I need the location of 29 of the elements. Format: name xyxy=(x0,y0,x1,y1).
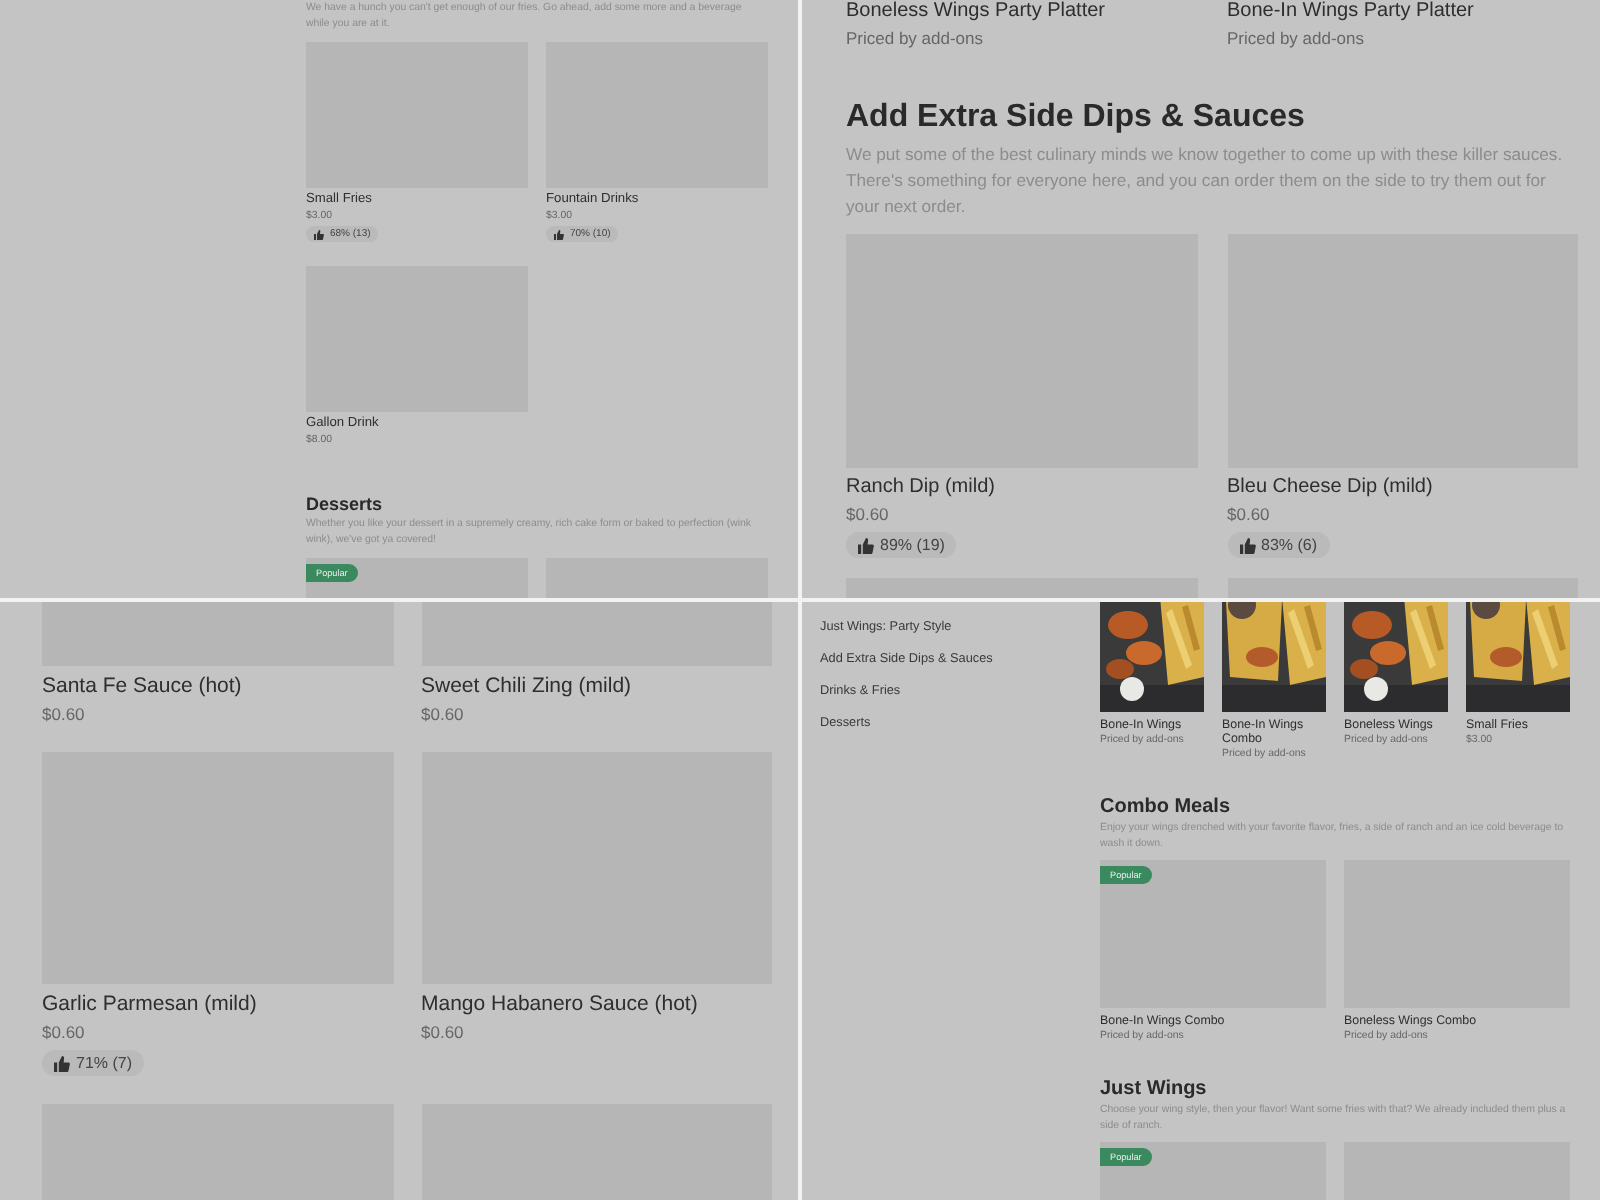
rating-text: 83% (6) xyxy=(1261,536,1318,554)
item-name[interactable]: Bone-In Wings Party Platter xyxy=(1227,0,1474,22)
item-price: $0.60 xyxy=(42,704,85,724)
item-price: $0.60 xyxy=(421,704,464,724)
item-price: $0.60 xyxy=(421,1022,464,1042)
section-heading: Combo Meals xyxy=(1100,796,1233,818)
thumbs-up-icon xyxy=(1239,537,1255,553)
rating-text: 71% (7) xyxy=(76,1054,133,1072)
item-price: Priced by add-ons xyxy=(846,28,984,48)
item-price: Priced by add-ons xyxy=(1227,28,1365,48)
thumbs-up-icon xyxy=(554,229,564,239)
item-price: $0.60 xyxy=(42,1022,85,1042)
item-name[interactable]: Garlic Parmesan (mild) xyxy=(42,992,257,1016)
section-description: We put some of the best culinary minds we know together to come up with these killer sauces. There's something for everyone here, and you can order them on the side to try them out for your next order. xyxy=(846,142,1565,220)
item-price: $0.60 xyxy=(1227,504,1270,524)
thumbs-up-icon xyxy=(858,537,874,553)
rating-text: 89% (19) xyxy=(880,536,945,554)
section-heading: Desserts xyxy=(306,494,385,514)
item-name[interactable]: Bleu Cheese Dip (mild) xyxy=(1227,476,1433,498)
item-name[interactable]: Boneless Wings Party Platter xyxy=(846,0,1105,22)
item-name[interactable]: Santa Fe Sauce (hot) xyxy=(42,674,242,698)
thumbs-up-icon xyxy=(54,1055,70,1071)
section-heading: Just Wings xyxy=(1100,1078,1209,1100)
section-heading: Add Extra Side Dips & Sauces xyxy=(846,100,1307,136)
item-name[interactable]: Sweet Chili Zing (mild) xyxy=(421,674,632,698)
item-name[interactable]: Ranch Dip (mild) xyxy=(846,476,995,498)
item-price: $0.60 xyxy=(846,504,889,524)
item-name[interactable]: Mango Habanero Sauce (hot) xyxy=(421,992,698,1016)
thumbs-up-icon xyxy=(314,229,324,239)
